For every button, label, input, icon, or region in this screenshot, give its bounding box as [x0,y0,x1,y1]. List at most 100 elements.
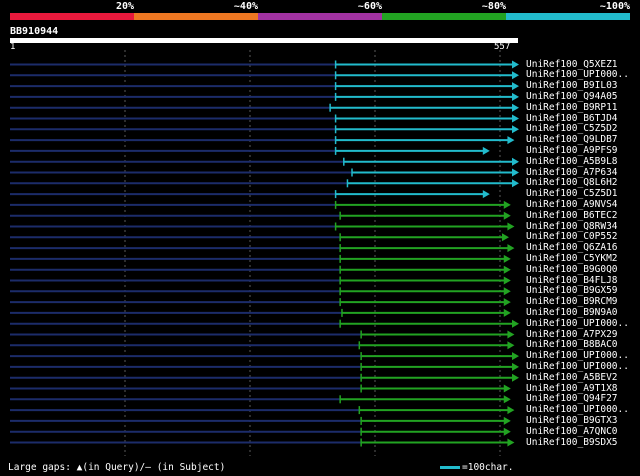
hit-row[interactable] [10,168,519,177]
hit-arrowhead-icon [512,103,519,112]
hit-label-link[interactable]: UniRef100_B6TJD4 [526,113,618,124]
hit-arrowhead-icon [512,71,519,80]
hit-row[interactable] [10,211,511,220]
hit-label-link[interactable]: UniRef100_A9NVS4 [526,199,618,210]
hit-label-link[interactable]: UniRef100_A9T1X8 [526,383,618,394]
hit-row[interactable] [10,157,519,166]
hit-label-link[interactable]: UniRef100_B8BAC0 [526,339,618,350]
hit-label-link[interactable]: UniRef100_B9RCM9 [526,296,618,307]
hit-arrowhead-icon [503,254,511,263]
hit-row[interactable] [10,362,519,371]
hit-row[interactable] [10,254,511,263]
hit-label-link[interactable]: UniRef100_A5BEV2 [526,372,618,383]
hit-label-link[interactable]: UniRef100_UPI000.. [526,404,629,415]
hit-label-link[interactable]: UniRef100_A9PFS9 [526,145,618,156]
hit-label-link[interactable]: UniRef100_UPI000.. [526,350,629,361]
hit-row[interactable] [10,438,515,447]
hit-arrowhead-icon [507,406,515,415]
hit-arrowhead-icon [512,125,519,134]
hit-label-link[interactable]: UniRef100_C0P552 [526,231,618,242]
hit-label-link[interactable]: UniRef100_Q6ZA16 [526,242,618,253]
hit-arrowhead-icon [512,362,519,371]
hit-arrowhead-icon [507,341,515,350]
hit-row[interactable] [10,233,509,242]
hit-label-link[interactable]: UniRef100_B9GTX3 [526,415,618,426]
hit-label-link[interactable]: UniRef100_B9RP11 [526,102,618,113]
hit-arrowhead-icon [503,395,511,404]
hit-label-link[interactable]: UniRef100_A7PX29 [526,329,618,340]
hit-label-link[interactable]: UniRef100_B9SDX5 [526,437,618,448]
hit-arrowhead-icon [507,222,515,231]
hit-label-link[interactable]: UniRef100_UPI000.. [526,69,629,80]
hit-row[interactable] [10,341,515,350]
hit-row[interactable] [10,276,511,285]
hit-label-link[interactable]: UniRef100_C5Z5D1 [526,188,618,199]
hit-row[interactable] [10,146,490,155]
scale-label: =100char. [462,462,514,473]
hit-label-link[interactable]: UniRef100_Q9LDB7 [526,134,618,145]
hit-label-link[interactable]: UniRef100_B4FLJ8 [526,275,618,286]
hit-row[interactable] [10,114,519,123]
hit-label-link[interactable]: UniRef100_Q94F27 [526,393,618,404]
hit-arrowhead-icon [507,330,515,339]
scale-line [440,466,460,469]
hit-arrowhead-icon [512,168,519,177]
hit-arrowhead-icon [503,416,511,425]
hit-label-link[interactable]: UniRef100_Q8L6H2 [526,177,618,188]
hit-label-link[interactable]: UniRef100_B9N9A0 [526,307,618,318]
hit-label-link[interactable]: UniRef100_Q8RW34 [526,221,618,232]
hit-arrowhead-icon [512,60,519,69]
hit-label-link[interactable]: UniRef100_Q94A05 [526,91,618,102]
hit-row[interactable] [10,416,511,425]
hit-label-link[interactable]: UniRef100_B9G0Q0 [526,264,618,275]
hit-arrowhead-icon [503,265,511,274]
hit-arrowhead-icon [501,233,509,242]
hit-row[interactable] [10,244,515,253]
hit-label-link[interactable]: UniRef100_UPI000.. [526,361,629,372]
hit-arrowhead-icon [512,82,519,91]
hit-label-link[interactable]: UniRef100_A7QNC0 [526,426,618,437]
hit-row[interactable] [10,373,519,382]
hit-label-link[interactable]: UniRef100_B9IL03 [526,80,618,91]
hit-label-link[interactable]: UniRef100_B9GX59 [526,285,618,296]
hit-arrowhead-icon [503,384,511,393]
hit-arrowhead-icon [482,190,490,199]
hit-label-link[interactable]: UniRef100_A7P634 [526,167,618,178]
hit-arrowhead-icon [512,319,519,328]
hit-row[interactable] [10,200,511,209]
hit-arrowhead-icon [512,157,519,166]
hit-row[interactable] [10,287,511,296]
hit-row[interactable] [10,319,519,328]
hit-label-link[interactable]: UniRef100_B6TEC2 [526,210,618,221]
hit-row[interactable] [10,265,511,274]
hit-row[interactable] [10,136,515,145]
hit-arrowhead-icon [482,146,490,155]
hit-row[interactable] [10,222,515,231]
hit-row[interactable] [10,352,519,361]
hit-row[interactable] [10,71,519,80]
hit-arrowhead-icon [512,92,519,101]
hit-row[interactable] [10,384,511,393]
hit-row[interactable] [10,427,511,436]
hit-label-link[interactable]: UniRef100_UPI000.. [526,318,629,329]
hit-label-link[interactable]: UniRef100_C5YKM2 [526,253,618,264]
hit-arrowhead-icon [507,136,515,145]
hit-row[interactable] [10,395,511,404]
hit-arrowhead-icon [507,438,515,447]
hit-row[interactable] [10,92,519,101]
hit-row[interactable] [10,308,511,317]
hit-row[interactable] [10,406,515,415]
hit-label-link[interactable]: UniRef100_A5B9L8 [526,156,618,167]
hit-row[interactable] [10,298,511,307]
hit-row[interactable] [10,103,519,112]
hit-label-link[interactable]: UniRef100_Q5XEZ1 [526,59,618,70]
hit-arrowhead-icon [503,276,511,285]
hit-label-link[interactable]: UniRef100_C5Z5D2 [526,123,618,134]
hit-row[interactable] [10,179,519,188]
hit-row[interactable] [10,125,519,134]
hit-arrowhead-icon [512,179,519,188]
gaps-legend: Large gaps: ▲(in Query)/– (in Subject) [8,462,226,473]
hit-row[interactable] [10,60,519,69]
hit-row[interactable] [10,82,519,91]
hit-row[interactable] [10,330,515,339]
